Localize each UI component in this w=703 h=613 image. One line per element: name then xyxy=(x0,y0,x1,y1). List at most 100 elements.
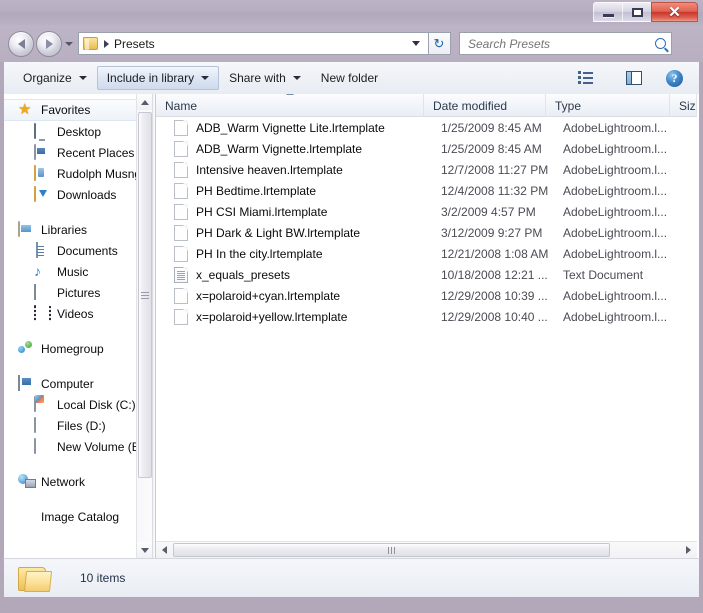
sidebar-item-downloads[interactable]: Downloads xyxy=(4,184,152,205)
computer-icon xyxy=(18,375,35,391)
table-row[interactable]: ADB_Warm Vignette Lite.lrtemplate 1/25/2… xyxy=(156,117,697,138)
scroll-right-button[interactable] xyxy=(680,542,697,559)
sidebar-item-music[interactable]: ♪ Music xyxy=(4,261,152,282)
sidebar-item-label: Favorites xyxy=(41,103,91,117)
sidebar-item-pictures[interactable]: Pictures xyxy=(4,282,152,303)
lrtemplate-file-icon xyxy=(174,161,188,178)
sidebar-item-label: Music xyxy=(57,264,89,279)
maximize-button[interactable] xyxy=(622,2,651,22)
file-rows: ADB_Warm Vignette Lite.lrtemplate 1/25/2… xyxy=(156,117,697,327)
sidebar-item-label: Network xyxy=(41,474,86,489)
maximize-icon xyxy=(631,7,643,17)
sidebar-item-label: Homegroup xyxy=(41,341,104,356)
file-list-horizontal-scrollbar[interactable] xyxy=(156,541,697,558)
close-icon: ✕ xyxy=(668,3,681,21)
sidebar-item-videos[interactable]: Videos xyxy=(4,303,152,324)
lrtemplate-file-icon xyxy=(174,140,188,157)
table-row[interactable]: PH Bedtime.lrtemplate 12/4/2008 11:32 PM… xyxy=(156,180,697,201)
share-with-button[interactable]: Share with xyxy=(219,66,311,90)
file-name-cell: x_equals_presets xyxy=(196,267,291,282)
desktop-icon xyxy=(34,123,51,139)
sidebar-item-new-volume-e[interactable]: New Volume (E:) xyxy=(4,436,152,457)
new-folder-label: New folder xyxy=(320,71,379,85)
table-row[interactable]: x=polaroid+yellow.lrtemplate 12/29/2008 … xyxy=(156,306,697,327)
window-controls: ✕ xyxy=(593,2,698,23)
sidebar-item-recent-places[interactable]: Recent Places xyxy=(4,142,152,163)
column-header-name[interactable]: Name xyxy=(156,94,424,117)
file-date-cell: 3/2/2009 4:57 PM xyxy=(441,204,536,219)
table-row[interactable]: PH In the city.lrtemplate 12/21/2008 1:0… xyxy=(156,243,697,264)
file-type-cell: AdobeLightroom.l... xyxy=(563,162,668,177)
chevron-down-icon xyxy=(292,76,301,80)
folder-icon xyxy=(18,565,53,593)
address-breadcrumb-bar[interactable]: Presets xyxy=(78,32,429,55)
sidebar-item-image-catalog[interactable]: Image Catalog xyxy=(4,506,152,527)
sidebar-item-label: Desktop xyxy=(57,124,102,139)
chevron-right-icon xyxy=(686,546,691,554)
table-row[interactable]: ADB_Warm Vignette.lrtemplate 1/25/2009 8… xyxy=(156,138,697,159)
table-row[interactable]: Intensive heaven.lrtemplate 12/7/2008 11… xyxy=(156,159,697,180)
column-header-label: Date modified xyxy=(433,98,508,113)
sidebar-item-homegroup[interactable]: Homegroup xyxy=(4,338,152,359)
close-button[interactable]: ✕ xyxy=(651,2,698,22)
file-type-cell: AdobeLightroom.l... xyxy=(563,225,668,240)
sidebar-item-network[interactable]: Network xyxy=(4,471,152,492)
sidebar-item-label: Computer xyxy=(41,376,94,391)
search-icon xyxy=(655,38,666,49)
search-input[interactable] xyxy=(468,36,655,51)
sidebar-item-desktop[interactable]: Desktop xyxy=(4,121,152,142)
file-date-cell: 12/4/2008 11:32 PM xyxy=(441,183,549,198)
scrollbar-thumb[interactable] xyxy=(138,112,152,478)
minimize-button[interactable] xyxy=(593,2,622,22)
lrtemplate-file-icon xyxy=(174,119,188,136)
sidebar-item-local-disk-c[interactable]: Local Disk (C:) xyxy=(4,394,152,415)
table-row[interactable]: x_equals_presets 10/18/2008 12:21 ... Te… xyxy=(156,264,697,285)
preview-pane-icon xyxy=(626,71,642,85)
user-folder-icon xyxy=(34,165,51,181)
preview-pane-button[interactable] xyxy=(620,66,648,90)
refresh-button[interactable]: ↻ xyxy=(428,32,451,55)
change-view-button[interactable] xyxy=(570,66,608,90)
file-date-cell: 12/29/2008 10:39 ... xyxy=(441,288,548,303)
search-box[interactable] xyxy=(459,32,672,55)
breadcrumb-path-text: Presets xyxy=(114,36,155,51)
back-button[interactable] xyxy=(8,30,34,57)
organize-button[interactable]: Organize xyxy=(13,66,97,90)
scroll-down-button[interactable] xyxy=(137,542,152,558)
file-date-cell: 12/7/2008 11:27 PM xyxy=(441,162,549,177)
chevron-down-icon xyxy=(78,76,87,80)
system-disk-icon xyxy=(34,396,51,412)
lrtemplate-file-icon xyxy=(174,224,188,241)
column-header-size[interactable]: Siz xyxy=(670,94,697,117)
forward-button[interactable] xyxy=(36,30,62,57)
sidebar-item-documents[interactable]: Documents xyxy=(4,240,152,261)
file-type-cell: AdobeLightroom.l... xyxy=(563,246,668,261)
scrollbar-thumb[interactable] xyxy=(173,543,610,557)
sidebar-item-libraries[interactable]: Libraries xyxy=(4,219,152,240)
column-header-type[interactable]: Type xyxy=(546,94,670,117)
sidebar-item-favorites[interactable]: ★ Favorites xyxy=(4,99,152,121)
scroll-up-button[interactable] xyxy=(137,94,152,110)
navigation-pane-scrollbar[interactable] xyxy=(136,94,152,558)
sidebar-item-files-d[interactable]: Files (D:) xyxy=(4,415,152,436)
lrtemplate-file-icon xyxy=(174,308,188,325)
new-folder-button[interactable]: New folder xyxy=(311,66,388,90)
desktop-bottom-strip xyxy=(0,601,703,613)
disk-icon xyxy=(34,438,51,454)
table-row[interactable]: PH Dark & Light BW.lrtemplate 3/12/2009 … xyxy=(156,222,697,243)
chevron-down-icon[interactable] xyxy=(412,41,420,46)
breadcrumb-separator-icon xyxy=(104,39,109,48)
sidebar-item-user-folder[interactable]: Rudolph Musngi xyxy=(4,163,152,184)
column-header-date-modified[interactable]: Date modified xyxy=(424,94,546,117)
help-button[interactable]: ? xyxy=(660,66,689,90)
recent-pages-button[interactable] xyxy=(62,31,76,57)
sidebar-item-computer[interactable]: Computer xyxy=(4,373,152,394)
help-icon: ? xyxy=(666,69,683,87)
scroll-left-button[interactable] xyxy=(156,542,173,559)
include-in-library-button[interactable]: Include in library xyxy=(96,66,220,90)
pictures-icon xyxy=(34,284,51,300)
table-row[interactable]: PH CSI Miami.lrtemplate 3/2/2009 4:57 PM… xyxy=(156,201,697,222)
table-row[interactable]: x=polaroid+cyan.lrtemplate 12/29/2008 10… xyxy=(156,285,697,306)
recent-places-icon xyxy=(34,144,51,160)
file-name-cell: x=polaroid+yellow.lrtemplate xyxy=(196,309,348,324)
